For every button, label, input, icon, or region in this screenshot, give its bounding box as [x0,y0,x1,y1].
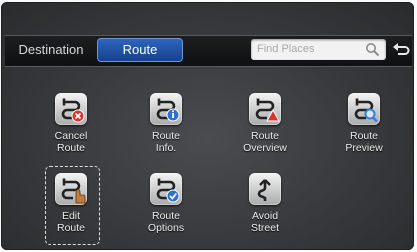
menu-item-label: Edit Route [56,210,86,234]
edit-route-icon [55,173,87,205]
menu-item-label: Route Overview [243,130,287,154]
route-info-icon [150,93,182,125]
menu-item-label: Cancel Route [54,130,88,154]
menu-item-label: Route Options [147,210,185,234]
menu-item-route-preview[interactable]: Route Preview [324,93,404,154]
top-bar: Destination Route Find Places [5,35,412,67]
cancel-route-icon [55,93,87,125]
tab-route[interactable]: Route [97,38,183,62]
route-overview-icon [249,93,281,125]
menu-item-route-info[interactable]: Route Info. [126,93,206,154]
search-input[interactable]: Find Places [251,39,386,60]
display-bezel: Destination Route Find Places Cancel Rou… [1,2,414,250]
menu-item-route-options[interactable]: Route Options [126,173,206,234]
magnifier-icon[interactable] [365,42,380,57]
menu-item-label: Route Preview [345,130,383,154]
menu-item-cancel-route[interactable]: Cancel Route [31,93,111,154]
route-preview-icon [348,93,380,125]
menu-item-label: Route Info. [151,130,181,154]
route-options-icon [150,173,182,205]
menu-item-label: Avoid Street [250,210,279,234]
menu-item-avoid-street[interactable]: Avoid Street [225,173,305,234]
menu-item-route-overview[interactable]: Route Overview [225,93,305,154]
tab-destination[interactable]: Destination [9,38,93,62]
screen: Destination Route Find Places Cancel Rou… [0,0,417,252]
menu-item-edit-route[interactable]: Edit Route [31,173,111,234]
avoid-street-icon [249,173,281,205]
back-arrow-icon[interactable] [391,39,411,60]
search-placeholder: Find Places [257,43,315,55]
